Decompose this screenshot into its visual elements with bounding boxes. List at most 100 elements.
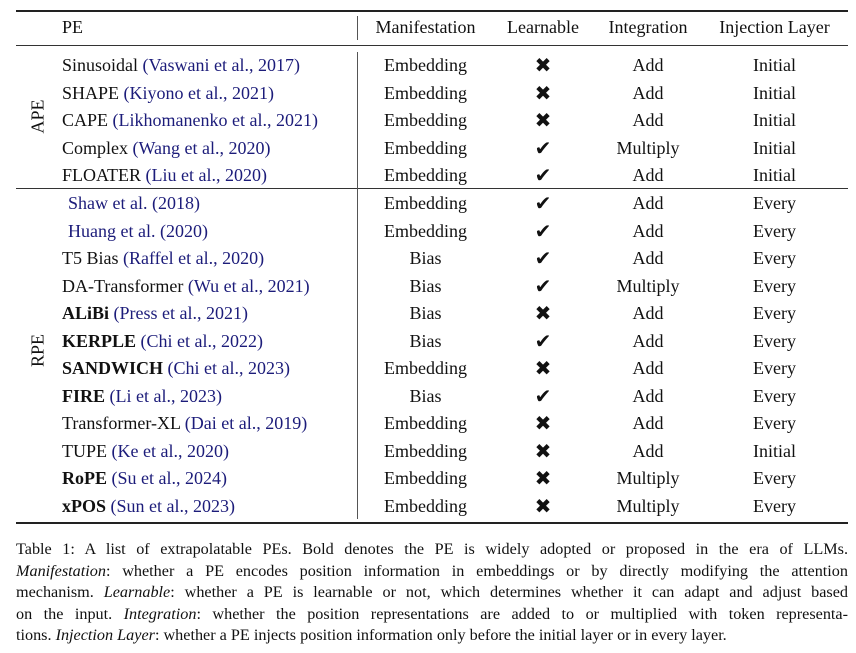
injection-layer-cell: Every	[753, 248, 796, 268]
integration-cell: Add	[632, 440, 664, 461]
table-row: RoPE (Su et al., 2024) Embedding ✖ Multiply…	[0, 465, 856, 492]
manifestation-cell: Bias	[409, 248, 442, 268]
table-row: SANDWICH (Chi et al., 2023) Embedding ✖ Add…	[0, 355, 856, 382]
manifestation-cell: Embedding	[384, 413, 467, 433]
manifestation-cell: Embedding	[384, 110, 467, 130]
table-row: FIRE (Li et al., 2023) Bias ✔ Add Every	[0, 383, 856, 410]
injection-layer-cell: Initial	[753, 440, 796, 461]
table-row: Transformer-XL (Dai et al., 2019) Embeddi…	[0, 410, 856, 437]
check-icon: ✔	[534, 191, 552, 215]
injection-layer-cell: Every	[753, 495, 796, 516]
cross-icon: ✖	[534, 53, 552, 77]
check-icon: ✔	[534, 383, 552, 408]
manifestation-cell: Embedding	[384, 82, 467, 103]
table-row: SHAPE (Kiyono et al., 2021) Embedding ✖ Add…	[0, 80, 856, 107]
caption-term: Integration	[123, 604, 197, 623]
pe-name: RoPE	[62, 468, 107, 488]
citation-link[interactable]: (Kiyono et al., 2021)	[124, 83, 274, 103]
pe-cell: ALiBi (Press et al., 2021)	[62, 300, 248, 327]
injection-layer-cell: Every	[753, 385, 796, 406]
caption-text: mechanism.	[16, 583, 104, 602]
citation-link[interactable]: (Sun et al., 2023)	[111, 496, 235, 516]
integration-cell: Add	[632, 330, 664, 351]
manifestation-cell: Embedding	[384, 468, 467, 488]
pe-name: SHAPE	[62, 82, 120, 103]
citation-link[interactable]: Huang et al. (2020)	[68, 221, 208, 241]
injection-layer-cell: Initial	[753, 137, 796, 158]
cross-icon: ✖	[534, 493, 552, 518]
integration-cell: Add	[632, 55, 664, 75]
manifestation-cell: Bias	[409, 275, 442, 296]
pe-cell: Sinusoidal (Vaswani et al., 2017)	[62, 52, 300, 79]
pe-name: T5 Bias	[62, 248, 119, 268]
header-rule	[16, 45, 848, 46]
cross-icon: ✖	[534, 438, 552, 463]
header-learnable: Learnable	[507, 17, 579, 37]
pe-name: ALiBi	[62, 303, 110, 323]
table-row: Complex (Wang et al., 2020) Embedding ✔ Mul…	[0, 135, 856, 162]
integration-cell: Multiply	[616, 275, 680, 296]
injection-layer-cell: Every	[753, 468, 796, 488]
table-row: T5 Bias (Raffel et al., 2020) Bias ✔ Add Eve…	[0, 245, 856, 272]
injection-layer-cell: Every	[753, 275, 796, 296]
caption-term: Manifestation	[16, 561, 106, 580]
pe-cell: SANDWICH (Chi et al., 2023)	[62, 355, 290, 382]
table-row: Shaw et al. (2018) Embedding ✔ Add Every	[0, 190, 856, 217]
cross-icon: ✖	[534, 411, 552, 435]
citation-link[interactable]: (Chi et al., 2023)	[168, 358, 290, 378]
pe-cell: Transformer-XL (Dai et al., 2019)	[62, 410, 307, 437]
pe-name: DA-Transformer	[62, 275, 184, 296]
citation-link[interactable]: (Wang et al., 2020)	[133, 138, 271, 158]
integration-cell: Add	[632, 165, 664, 185]
header-injection-layer: Injection Layer	[719, 17, 830, 37]
check-icon: ✔	[534, 273, 552, 298]
pe-cell: RoPE (Su et al., 2024)	[62, 465, 227, 492]
citation-link[interactable]: (Press et al., 2021)	[114, 303, 248, 323]
caption-text: : whether a PE injects position informat…	[154, 626, 727, 645]
citation-link[interactable]: (Li et al., 2023)	[110, 386, 222, 406]
caption-line: Table 1: A list of extrapolatable PEs. B…	[16, 539, 848, 561]
citation-link[interactable]: (Wu et al., 2021)	[188, 276, 310, 296]
citation-link[interactable]: (Vaswani et al., 2017)	[143, 55, 300, 75]
group-rule	[16, 188, 848, 189]
citation-link[interactable]: (Chi et al., 2022)	[141, 331, 263, 351]
cross-icon: ✖	[534, 466, 552, 490]
injection-layer-cell: Initial	[753, 165, 796, 185]
injection-layer-cell: Every	[753, 220, 796, 241]
citation-link[interactable]: (Liu et al., 2020)	[146, 165, 267, 185]
pe-name: Complex	[62, 137, 128, 158]
pe-name: KERPLE	[62, 330, 137, 351]
table-row: TUPE (Ke et al., 2020) Embedding ✖ Add Initi…	[0, 438, 856, 465]
citation-link[interactable]: (Dai et al., 2019)	[185, 413, 307, 433]
manifestation-cell: Embedding	[384, 55, 467, 75]
table-row: ALiBi (Press et al., 2021) Bias ✖ Add Every	[0, 300, 856, 327]
citation-link[interactable]: (Likhomanenko et al., 2021)	[113, 110, 318, 130]
citation-link[interactable]: (Ke et al., 2020)	[112, 441, 229, 461]
check-icon: ✔	[534, 328, 552, 353]
group-label-ape: APE	[27, 99, 48, 134]
citation-link[interactable]: (Su et al., 2024)	[112, 468, 227, 488]
caption-text: : whether the position representations a…	[196, 604, 848, 623]
injection-layer-cell: Initial	[753, 55, 796, 75]
caption-text: : whether a PE encodes position informat…	[105, 561, 848, 580]
table-row: Huang et al. (2020) Embedding ✔ Add Every	[0, 218, 856, 245]
check-icon: ✔	[534, 163, 552, 187]
bottom-rule	[16, 522, 848, 524]
check-icon: ✔	[534, 135, 552, 160]
top-rule	[16, 10, 848, 12]
citation-link[interactable]: Shaw et al. (2018)	[68, 193, 200, 213]
integration-cell: Multiply	[616, 495, 680, 516]
integration-cell: Multiply	[616, 137, 680, 158]
manifestation-cell: Embedding	[384, 440, 467, 461]
manifestation-cell: Bias	[409, 385, 442, 406]
injection-layer-cell: Every	[753, 303, 796, 323]
integration-cell: Add	[632, 413, 664, 433]
integration-cell: Add	[632, 385, 664, 406]
injection-layer-cell: Every	[753, 413, 796, 433]
citation-link[interactable]: (Raffel et al., 2020)	[123, 248, 264, 268]
manifestation-cell: Bias	[409, 330, 442, 351]
caption-line: Manifestation: whether a PE encodes posi…	[16, 561, 848, 583]
caption-term: Learnable	[103, 583, 171, 602]
pe-cell: Huang et al. (2020)	[68, 218, 208, 245]
injection-layer-cell: Every	[753, 330, 796, 351]
